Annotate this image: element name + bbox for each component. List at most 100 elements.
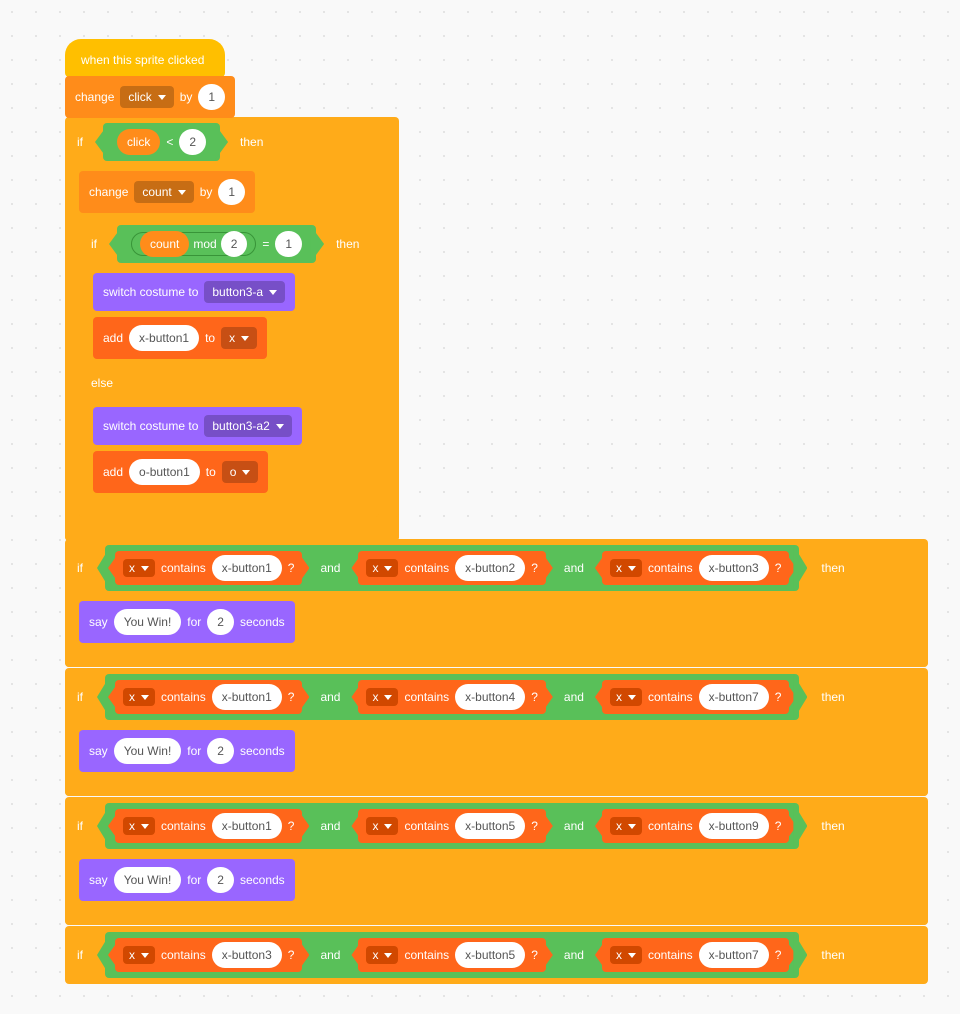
text-input[interactable]: x-button1	[212, 684, 282, 710]
costume-dropdown[interactable]: button3-a2	[204, 415, 291, 437]
list-dropdown-x[interactable]: x	[366, 946, 398, 964]
kw-if: if	[77, 948, 83, 962]
kw-and: and	[320, 948, 340, 962]
if-mod-header: if count mod 2 = 1 then	[79, 219, 399, 269]
list-dropdown-x[interactable]: x	[366, 559, 398, 577]
text-input[interactable]: o-button1	[129, 459, 200, 485]
caret-icon	[242, 470, 250, 475]
value-input[interactable]: 2	[221, 231, 248, 257]
value-input[interactable]: 2	[207, 609, 234, 635]
if-contains-row[interactable]: ifx containsx-button1?andx containsx-but…	[65, 539, 928, 667]
say-block[interactable]: sayYou Win!for2seconds	[79, 859, 295, 901]
add-x-button1[interactable]: add x-button1 to x	[93, 317, 267, 359]
reporter-click[interactable]: click	[117, 129, 160, 155]
say-block[interactable]: sayYou Win!for2seconds	[79, 601, 295, 643]
op-mod[interactable]: count mod 2	[131, 232, 256, 256]
list-dropdown-o[interactable]: o	[222, 461, 259, 483]
say-block[interactable]: sayYou Win!for2seconds	[79, 730, 295, 772]
if-header: if click < 2 then	[65, 117, 399, 167]
list-dropdown-x[interactable]: x	[610, 688, 642, 706]
list-contains[interactable]: x containsx-button9?	[602, 809, 789, 843]
list-contains[interactable]: x containsx-button4?	[358, 680, 545, 714]
kw-then: then	[821, 561, 844, 575]
kw-if: if	[77, 135, 83, 149]
kw-and: and	[320, 819, 340, 833]
text-input[interactable]: x-button2	[455, 555, 525, 581]
op-less-than[interactable]: click < 2	[103, 123, 220, 161]
change-click-block[interactable]: change click by 1	[65, 76, 235, 118]
if-contains-row[interactable]: ifx containsx-button1?andx containsx-but…	[65, 797, 928, 925]
var-dropdown-count[interactable]: count	[134, 181, 193, 203]
list-dropdown-x[interactable]: x	[123, 946, 155, 964]
op-equals[interactable]: count mod 2 = 1	[117, 225, 316, 263]
list-dropdown-x[interactable]: x	[123, 817, 155, 835]
text-input[interactable]: You Win!	[114, 609, 182, 635]
list-contains[interactable]: x containsx-button7?	[602, 938, 789, 972]
text-input[interactable]: You Win!	[114, 738, 182, 764]
list-dropdown-x[interactable]: x	[123, 688, 155, 706]
if-body: sayYou Win!for2seconds	[65, 726, 928, 776]
text-input[interactable]: x-button1	[212, 813, 282, 839]
kw-by: by	[180, 90, 193, 104]
if-count-mod[interactable]: if count mod 2 = 1 then	[79, 219, 399, 517]
value-input[interactable]: 2	[207, 738, 234, 764]
if-contains-row[interactable]: ifx containsx-button3?andx containsx-but…	[65, 926, 928, 984]
list-dropdown-x[interactable]: x	[610, 559, 642, 577]
text-input[interactable]: x-button9	[699, 813, 769, 839]
change-count-block[interactable]: change count by 1	[79, 171, 255, 213]
list-contains[interactable]: x containsx-button1?	[115, 809, 302, 843]
text-input[interactable]: x-button3	[699, 555, 769, 581]
value-input[interactable]: 2	[179, 129, 206, 155]
list-dropdown-x[interactable]: x	[221, 327, 257, 349]
if-body: change count by 1 if count mod	[65, 167, 399, 521]
op-and-chain[interactable]: x containsx-button1? and x containsx-butto…	[105, 803, 799, 849]
script-stack[interactable]: when this sprite clicked change click by…	[65, 40, 930, 984]
op-symbol: <	[166, 135, 173, 149]
kw-and: and	[564, 561, 584, 575]
switch-costume-a2[interactable]: switch costume to button3-a2	[93, 407, 302, 445]
value-input[interactable]: 1	[275, 231, 302, 257]
kw-and: and	[564, 948, 584, 962]
if-body: sayYou Win!for2seconds	[65, 855, 928, 905]
value-input[interactable]: 2	[207, 867, 234, 893]
text-input[interactable]: x-button1	[129, 325, 199, 351]
hat-label: when this sprite clicked	[81, 53, 204, 67]
add-o-button1[interactable]: add o-button1 to o	[93, 451, 268, 493]
list-contains[interactable]: x containsx-button5?	[358, 809, 545, 843]
costume-dropdown[interactable]: button3-a	[204, 281, 285, 303]
if-contains-row[interactable]: ifx containsx-button1?andx containsx-but…	[65, 668, 928, 796]
list-dropdown-x[interactable]: x	[366, 688, 398, 706]
list-dropdown-x[interactable]: x	[610, 817, 642, 835]
kw-if: if	[77, 561, 83, 575]
text-input[interactable]: x-button7	[699, 684, 769, 710]
op-and-chain[interactable]: x containsx-button1? and x containsx-butto…	[105, 674, 799, 720]
text-input[interactable]: You Win!	[114, 867, 182, 893]
hat-when-sprite-clicked[interactable]: when this sprite clicked	[65, 39, 225, 77]
text-input[interactable]: x-button5	[455, 813, 525, 839]
value-input[interactable]: 1	[218, 179, 245, 205]
if-click-lt-2[interactable]: if click < 2 then change count by 1	[65, 117, 399, 541]
value-input[interactable]: 1	[198, 84, 225, 110]
list-dropdown-x[interactable]: x	[123, 559, 155, 577]
op-and-chain[interactable]: x containsx-button3? and x containsx-butto…	[105, 932, 799, 978]
reporter-count[interactable]: count	[140, 231, 189, 257]
list-contains[interactable]: x containsx-button1?	[115, 680, 302, 714]
list-contains[interactable]: x containsx-button3?	[602, 551, 789, 585]
list-contains[interactable]: x containsx-button1?	[115, 551, 302, 585]
list-contains[interactable]: x containsx-button3?	[115, 938, 302, 972]
list-contains[interactable]: x containsx-button5?	[358, 938, 545, 972]
list-contains[interactable]: x containsx-button2?	[358, 551, 545, 585]
switch-costume-a[interactable]: switch costume to button3-a	[93, 273, 295, 311]
text-input[interactable]: x-button4	[455, 684, 525, 710]
kw-and: and	[320, 690, 340, 704]
list-dropdown-x[interactable]: x	[610, 946, 642, 964]
text-input[interactable]: x-button1	[212, 555, 282, 581]
caret-icon	[269, 290, 277, 295]
op-and-chain[interactable]: x containsx-button1? and x containsx-butto…	[105, 545, 799, 591]
list-dropdown-x[interactable]: x	[366, 817, 398, 835]
if-header: ifx containsx-button3?andx containsx-but…	[65, 926, 928, 984]
caret-icon	[158, 95, 166, 100]
var-dropdown-click[interactable]: click	[120, 86, 173, 108]
list-contains[interactable]: x containsx-button7?	[602, 680, 789, 714]
if-header: ifx containsx-button1?andx containsx-but…	[65, 539, 928, 597]
